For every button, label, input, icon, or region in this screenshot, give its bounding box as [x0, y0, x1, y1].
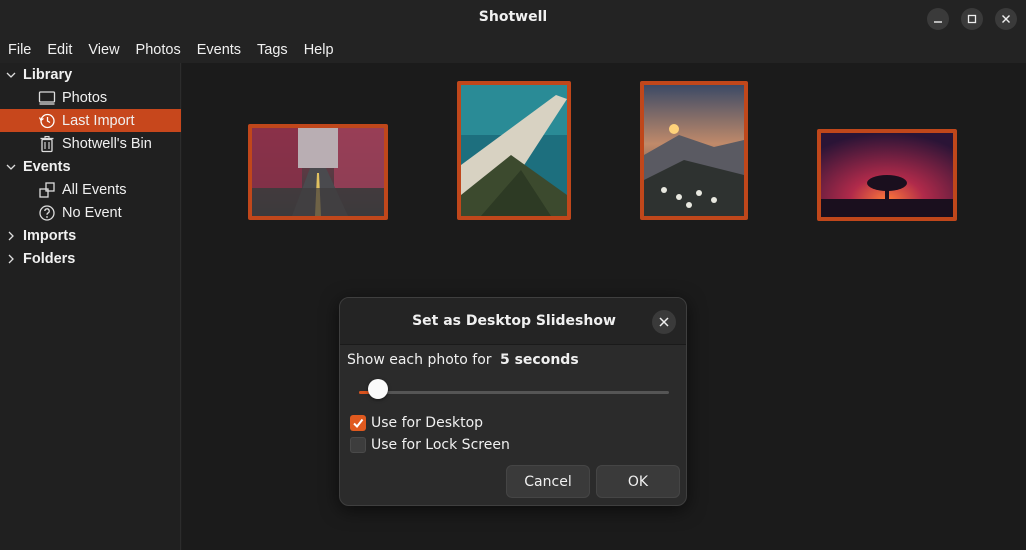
sidebar-item-label: Imports	[23, 227, 77, 244]
minimize-icon	[934, 21, 942, 23]
cancel-button[interactable]: Cancel	[506, 465, 590, 498]
slideshow-dialog: Set as Desktop Slideshow Show each photo…	[339, 297, 687, 506]
sidebar-item-imports[interactable]: Imports	[0, 224, 181, 247]
use-desktop-label: Use for Desktop	[371, 415, 484, 431]
menu-bar: File Edit View Photos Events Tags Help	[0, 37, 1026, 63]
use-lock-checkbox[interactable]	[350, 437, 366, 453]
maximize-button[interactable]	[961, 8, 983, 30]
duration-label: Show each photo for	[347, 352, 492, 368]
chevron-down-icon	[6, 164, 16, 170]
history-icon	[38, 113, 55, 128]
duration-value: 5 seconds	[499, 352, 579, 368]
duration-row: Show each photo for 5 seconds	[347, 352, 579, 368]
sidebar-item-label: Library	[23, 66, 73, 83]
events-icon	[39, 181, 55, 198]
use-desktop-checkbox[interactable]	[350, 415, 366, 431]
sidebar-item-label: Folders	[23, 250, 76, 267]
sidebar-item-events[interactable]: Events	[0, 155, 181, 178]
sidebar-item-label: Shotwell's Bin	[62, 135, 152, 152]
photo-thumbnail-sea-spit[interactable]	[457, 81, 571, 220]
duration-slider[interactable]	[359, 391, 669, 394]
dialog-close-button[interactable]	[652, 310, 676, 334]
sidebar-item-label: All Events	[62, 181, 127, 198]
photo-thumbnail-tree-red-sky[interactable]	[817, 129, 957, 221]
photo-image	[644, 85, 744, 216]
chevron-right-icon	[8, 231, 14, 240]
photo-image	[821, 133, 953, 217]
chevron-right-icon	[8, 254, 14, 263]
sidebar-item-label: Photos	[62, 89, 108, 106]
use-desktop-row[interactable]: Use for Desktop	[350, 415, 483, 431]
close-icon	[1002, 15, 1010, 23]
sidebar-item-label: Last Import	[62, 112, 135, 129]
photo-image	[461, 85, 567, 216]
menu-view[interactable]: View	[80, 37, 127, 63]
photo-thumbnail-mountain-sunset[interactable]	[640, 81, 748, 220]
question-icon	[39, 204, 55, 221]
slider-handle[interactable]	[367, 379, 388, 399]
dialog-header: Set as Desktop Slideshow	[340, 298, 686, 345]
menu-edit[interactable]: Edit	[39, 37, 80, 63]
menu-events[interactable]: Events	[189, 37, 249, 63]
sidebar-item-folders[interactable]: Folders	[0, 247, 181, 270]
sidebar-item-bin[interactable]: Shotwell's Bin	[0, 132, 181, 155]
sidebar-item-last-import[interactable]: Last Import	[0, 109, 181, 132]
sidebar-item-no-event[interactable]: No Event	[0, 201, 181, 224]
photo-thumbnail-autumn-road[interactable]	[248, 124, 388, 220]
sidebar: Library Photos Last Import Shotwell's Bi…	[0, 63, 181, 550]
dialog-title: Set as Desktop Slideshow	[412, 313, 616, 329]
menu-photos[interactable]: Photos	[128, 37, 189, 63]
close-icon	[659, 317, 669, 327]
sidebar-item-library[interactable]: Library	[0, 63, 181, 86]
sidebar-item-photos[interactable]: Photos	[0, 86, 181, 109]
window-title: Shotwell	[478, 9, 548, 25]
sidebar-item-label: Events	[23, 158, 71, 175]
title-bar: Shotwell	[0, 0, 1026, 37]
close-window-button[interactable]	[995, 8, 1017, 30]
menu-tags[interactable]: Tags	[249, 37, 296, 63]
minimize-button[interactable]	[927, 8, 949, 30]
sidebar-item-label: No Event	[62, 204, 122, 221]
monitor-icon	[38, 90, 56, 105]
sidebar-item-all-events[interactable]: All Events	[0, 178, 181, 201]
maximize-icon	[967, 14, 977, 24]
use-lock-label: Use for Lock Screen	[371, 437, 510, 453]
ok-button[interactable]: OK	[596, 465, 680, 498]
chevron-down-icon	[6, 72, 16, 78]
menu-file[interactable]: File	[0, 37, 39, 63]
photo-image	[252, 128, 384, 216]
checkmark-icon	[353, 418, 364, 429]
trash-icon	[40, 135, 54, 152]
dialog-body: Show each photo for 5 seconds Use for De…	[340, 345, 686, 505]
menu-help[interactable]: Help	[296, 37, 342, 63]
use-lock-row[interactable]: Use for Lock Screen	[350, 437, 510, 453]
